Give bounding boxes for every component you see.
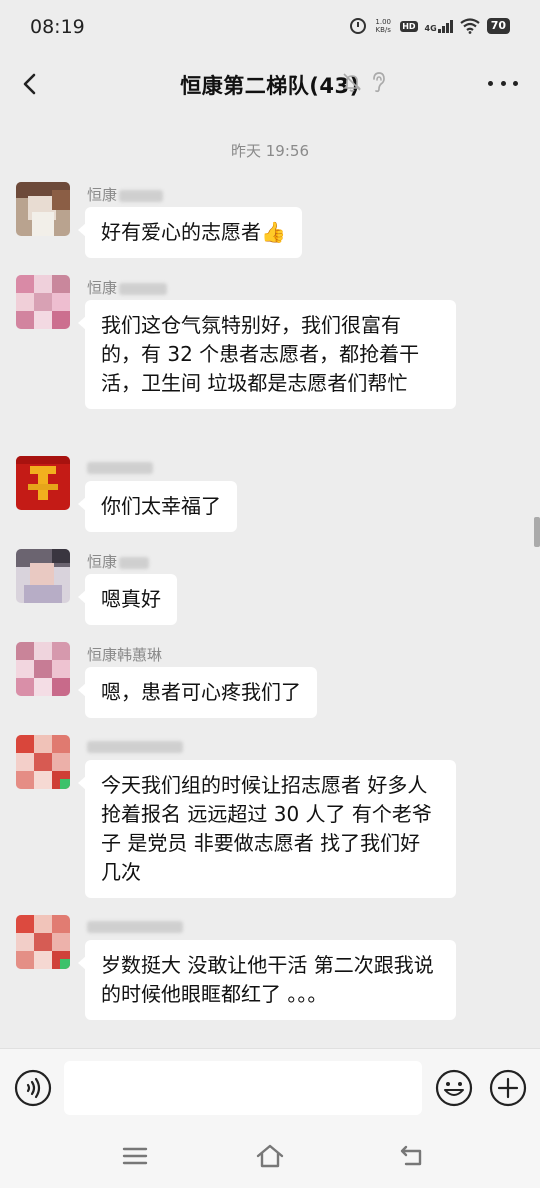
network-type: 4G	[424, 24, 437, 33]
message-text: 好有爱心的志愿者👍	[101, 220, 286, 244]
nav-bar: 恒康第二梯队(43)	[0, 58, 540, 110]
message-bubble[interactable]: 好有爱心的志愿者👍	[78, 207, 302, 258]
system-nav-bar	[0, 1128, 540, 1188]
chat-timestamp: 昨天 19:56	[231, 142, 309, 160]
sender-name	[87, 737, 183, 755]
message-list[interactable]: 昨天 19:56 恒康 好有爱心的志愿者👍 恒康 我们这仓气氛特别好，我们很富有…	[0, 110, 540, 1048]
title-wrap: 恒康第二梯队(43)	[0, 70, 540, 100]
message-bubble[interactable]: 你们太幸福了	[78, 481, 237, 532]
voice-input-icon[interactable]	[14, 1069, 52, 1107]
home-icon[interactable]	[255, 1142, 285, 1170]
plus-icon[interactable]	[489, 1069, 527, 1107]
message-bubble[interactable]: 嗯真好	[78, 574, 177, 625]
avatar[interactable]	[16, 642, 70, 696]
avatar[interactable]	[16, 182, 70, 236]
sender-name: 恒康	[87, 551, 150, 572]
message-text: 今天我们组的时候让招志愿者 好多人抢着报名 远远超过 30 人了 有个老爷子 是…	[101, 773, 432, 884]
battery-icon: 70	[486, 18, 510, 34]
status-time: 08:19	[30, 16, 85, 38]
message-bubble[interactable]: 岁数挺大 没敢让他干活 第二次跟我说的时候他眼眶都红了 。。。	[78, 940, 456, 1020]
avatar[interactable]	[16, 456, 70, 510]
message-text: 嗯真好	[101, 587, 161, 611]
system-back-icon[interactable]	[398, 1142, 428, 1170]
sender-name-text: 恒康	[87, 279, 118, 297]
message-text: 我们这仓气氛特别好，我们很富有的，有 32 个患者志愿者，都抢着干活，卫生间 垃…	[101, 313, 420, 395]
sender-name: 恒康	[87, 277, 168, 298]
avatar[interactable]	[16, 549, 70, 603]
more-dots-icon[interactable]	[488, 78, 518, 88]
message-bubble[interactable]: 今天我们组的时候让招志愿者 好多人抢着报名 远远超过 30 人了 有个老爷子 是…	[78, 760, 456, 898]
network-speed-unit: KB/s	[375, 26, 391, 34]
bell-muted-icon	[343, 73, 361, 92]
wifi-icon	[460, 18, 480, 34]
avatar[interactable]	[16, 735, 70, 789]
sender-name-text: 恒康	[87, 186, 118, 204]
network-speed: 1.00 KB/s	[373, 18, 393, 34]
mobile-signal: 4G	[425, 19, 453, 33]
avatar[interactable]	[16, 275, 70, 329]
alarm-icon	[350, 18, 367, 34]
message-bubble[interactable]: 嗯，患者可心疼我们了	[78, 667, 317, 718]
message-text: 你们太幸福了	[101, 494, 221, 518]
sender-name: 恒康韩蕙琳	[87, 646, 163, 664]
hd-icon: HD	[400, 20, 418, 32]
chat-screen: 08:19 1.00 KB/s HD 4G 70 恒康第二梯队(43) 昨天 1…	[0, 0, 540, 1188]
emoji-icon[interactable]	[435, 1069, 473, 1107]
status-bar: 08:19 1.00 KB/s HD 4G 70	[0, 0, 540, 58]
message-bubble[interactable]: 我们这仓气氛特别好，我们很富有的，有 32 个患者志愿者，都抢着干活，卫生间 垃…	[78, 300, 456, 409]
message-text: 岁数挺大 没敢让他干活 第二次跟我说的时候他眼眶都红了 。。。	[101, 953, 434, 1006]
menu-icon[interactable]	[120, 1142, 150, 1170]
signal-bars-icon	[437, 19, 453, 33]
sender-name-text: 恒康	[87, 553, 118, 571]
input-bar	[0, 1048, 540, 1128]
sender-name	[87, 917, 183, 935]
message-text: 嗯，患者可心疼我们了	[101, 680, 301, 704]
chat-title[interactable]: 恒康第二梯队(43)	[180, 74, 359, 98]
avatar[interactable]	[16, 915, 70, 969]
network-speed-value: 1.00	[375, 18, 391, 26]
sender-name: 恒康	[87, 184, 164, 205]
message-input[interactable]	[64, 1061, 422, 1115]
sender-name	[87, 458, 153, 476]
earpiece-icon	[373, 72, 385, 93]
status-icons: 1.00 KB/s HD 4G 70	[350, 18, 510, 34]
scrollbar-thumb[interactable]	[534, 517, 540, 547]
